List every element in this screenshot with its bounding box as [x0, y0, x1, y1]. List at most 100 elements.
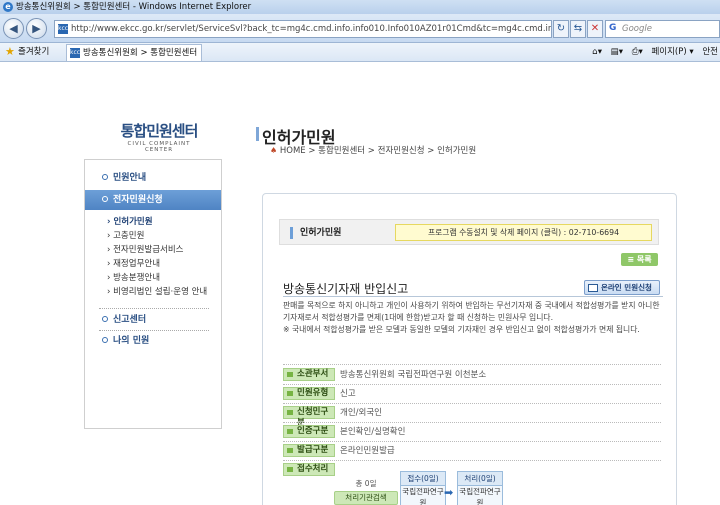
agency-search-button[interactable]: 처리기관검색 [334, 491, 398, 505]
content-panel: 인허가민원 프로그램 수동설치 및 삭제 페이지 (클릭) : 02-710-6… [262, 193, 677, 505]
nav-subitem[interactable]: › 고충민원 [107, 229, 144, 243]
tab-favicon: kcc [70, 48, 81, 58]
feeds-icon[interactable]: ▤▾ [611, 47, 623, 57]
site-logo[interactable]: 통합민원센터 CIVIL COMPLAINT CENTER [114, 120, 204, 153]
refresh-button[interactable]: ↻ [553, 20, 569, 38]
window-titlebar: e 방송통신위원회 > 통합민원센터 - Windows Internet Ex… [0, 0, 720, 14]
info-label: 민원유형 [283, 387, 335, 400]
nav-section-label: 신고센터 [113, 315, 147, 325]
bullet-icon [102, 196, 108, 202]
total-days: 총 0일 [355, 479, 377, 488]
page-menu[interactable]: 페이지(P) ▾ [651, 47, 693, 57]
site-favicon: kcc [58, 24, 69, 34]
command-bar: ⌂▾ ▤▾ ⎙▾ 페이지(P) ▾ 안전 [586, 43, 718, 61]
nav-subitem-label: 고충민원 [113, 231, 145, 241]
step-body: 국립전파연구원 [402, 487, 444, 505]
online-apply-label: 온라인 민원신청 [601, 283, 652, 292]
list-button-label: 목록 [636, 255, 652, 264]
ie-icon: e [3, 2, 13, 12]
nav-section-label: 나의 민원 [113, 336, 150, 346]
divider [99, 308, 209, 309]
nav-subitem[interactable]: › 비영리법인 설립·운영 안내 [107, 285, 207, 299]
info-value: 온라인민원발급 [340, 446, 395, 456]
breadcrumb: ♠ HOME > 통합민원센터 > 전자민원신청 > 인허가민원 [270, 144, 476, 156]
bullet-icon [102, 337, 108, 343]
description-text: 판매를 목적으로 하지 아니하고 개인이 사용하기 위하여 반입하는 무선기자재… [283, 301, 660, 322]
back-button[interactable]: ◀ [3, 18, 24, 39]
search-placeholder: Google [622, 24, 652, 34]
bullet-icon [287, 372, 293, 377]
logo-english: CIVIL COMPLAINT CENTER [127, 141, 191, 153]
info-label: 발급구분 [283, 444, 335, 457]
process-step-handle: 처리(0일) 국립전파연구원 [457, 471, 503, 505]
bullet-icon [287, 467, 293, 472]
address-bar[interactable]: kcc http://www.ekcc.go.kr/servlet/Servic… [54, 20, 552, 38]
step-head: 처리(0일) [458, 472, 502, 486]
divider [283, 422, 661, 423]
divider [283, 460, 661, 461]
nav-subitem[interactable]: › 방송분쟁안내 [107, 271, 160, 285]
nav-subitem-label: 인허가민원 [113, 217, 153, 227]
section-bar-marker [290, 227, 293, 239]
address-url[interactable]: http://www.ekcc.go.kr/servlet/ServiceSvl… [71, 24, 551, 34]
nav-subitem-label: 비영리법인 설립·운영 안내 [113, 287, 208, 297]
nav-subitem-label: 재정업무안내 [113, 259, 161, 269]
stop-button[interactable]: ✕ [587, 20, 603, 38]
navigation-bar: ◀ ▶ kcc http://www.ekcc.go.kr/servlet/Se… [0, 14, 720, 43]
nav-section-my[interactable]: 나의 민원 [85, 331, 221, 351]
tab-title: 방송통신위원회 > 통합민원센터 [83, 48, 198, 58]
info-value: 개인/외국인 [340, 408, 382, 418]
arrow-right-icon: ➡ [444, 486, 454, 499]
favorites-star-icon[interactable]: ★ [5, 43, 15, 61]
compat-button[interactable]: ⇆ [570, 20, 586, 38]
bullet-icon [287, 448, 293, 453]
nav-section-label: 전자민원신청 [113, 195, 163, 205]
heading-bar [256, 127, 259, 141]
favorites-button[interactable]: 즐겨찾기 [18, 43, 49, 61]
nav-section-label: 민원안내 [113, 173, 147, 183]
divider [283, 384, 661, 385]
bullet-icon [287, 391, 293, 396]
online-apply-button[interactable]: 온라인 민원신청 [584, 280, 660, 295]
section-title: 인허가민원 [300, 228, 342, 238]
window-title: 방송통신위원회 > 통합민원센터 - Windows Internet Expl… [16, 2, 252, 12]
info-label: 접수처리 [283, 463, 335, 476]
nav-section-report[interactable]: 신고센터 [85, 310, 221, 330]
nav-subitem[interactable]: › 재정업무안내 [107, 257, 160, 271]
info-label: 소관부서 [283, 368, 335, 381]
info-value: 방송통신위원회 국립전파연구원 이천분소 [340, 370, 487, 380]
section-bar: 인허가민원 프로그램 수동설치 및 삭제 페이지 (클릭) : 02-710-6… [279, 219, 659, 245]
nav-subitem-label: 전자민원발급서비스 [113, 245, 184, 255]
bullet-icon [102, 316, 108, 322]
nav-subitem[interactable]: › 전자민원발급서비스 [107, 243, 184, 257]
bullet-icon [287, 410, 293, 415]
list-button[interactable]: ≡ 목록 [621, 253, 658, 266]
step-body: 국립전파연구원 [459, 487, 501, 505]
description-note: ※ 국내에서 적합성평가를 받은 모델과 동일한 모델의 기자재인 경우 반입신… [283, 325, 640, 334]
home-icon: ♠ [270, 146, 278, 155]
forward-button[interactable]: ▶ [26, 18, 47, 39]
divider [283, 441, 661, 442]
info-value: 신고 [340, 389, 356, 399]
bullet-icon [287, 429, 293, 434]
nav-section-guide[interactable]: 민원안내 [85, 168, 221, 188]
safety-menu[interactable]: 안전 [702, 47, 718, 57]
process-step-receipt: 접수(0일) 국립전파연구원 [400, 471, 446, 505]
info-value: 본인확인/실명확인 [340, 427, 406, 437]
browser-tab[interactable]: kcc 방송통신위원회 > 통합민원센터 [66, 44, 203, 61]
search-box[interactable]: G Google [605, 20, 720, 38]
nav-subitem-label: 방송분쟁안내 [113, 273, 161, 283]
nav-subitem[interactable]: › 인허가민원 [107, 215, 153, 229]
web-page: 통합민원센터 CIVIL COMPLAINT CENTER 민원안내 전자민원신… [0, 62, 720, 505]
bullet-icon [102, 174, 108, 180]
divider [283, 296, 663, 297]
info-label: 인증구분 [283, 425, 335, 438]
nav-section-e-civil[interactable]: 전자민원신청 [85, 190, 221, 210]
left-navigation: 민원안내 전자민원신청 › 인허가민원 › 고충민원 › 전자민원발급서비스 ›… [84, 159, 222, 429]
print-icon[interactable]: ⎙▾ [632, 47, 643, 57]
home-icon[interactable]: ⌂▾ [592, 47, 602, 57]
breadcrumb-text[interactable]: HOME > 통합민원센터 > 전자민원신청 > 인허가민원 [280, 146, 476, 156]
monitor-icon [588, 284, 598, 292]
program-install-notice[interactable]: 프로그램 수동설치 및 삭제 페이지 (클릭) : 02-710-6694 [395, 224, 652, 241]
info-label: 신청민구분 [283, 406, 335, 428]
